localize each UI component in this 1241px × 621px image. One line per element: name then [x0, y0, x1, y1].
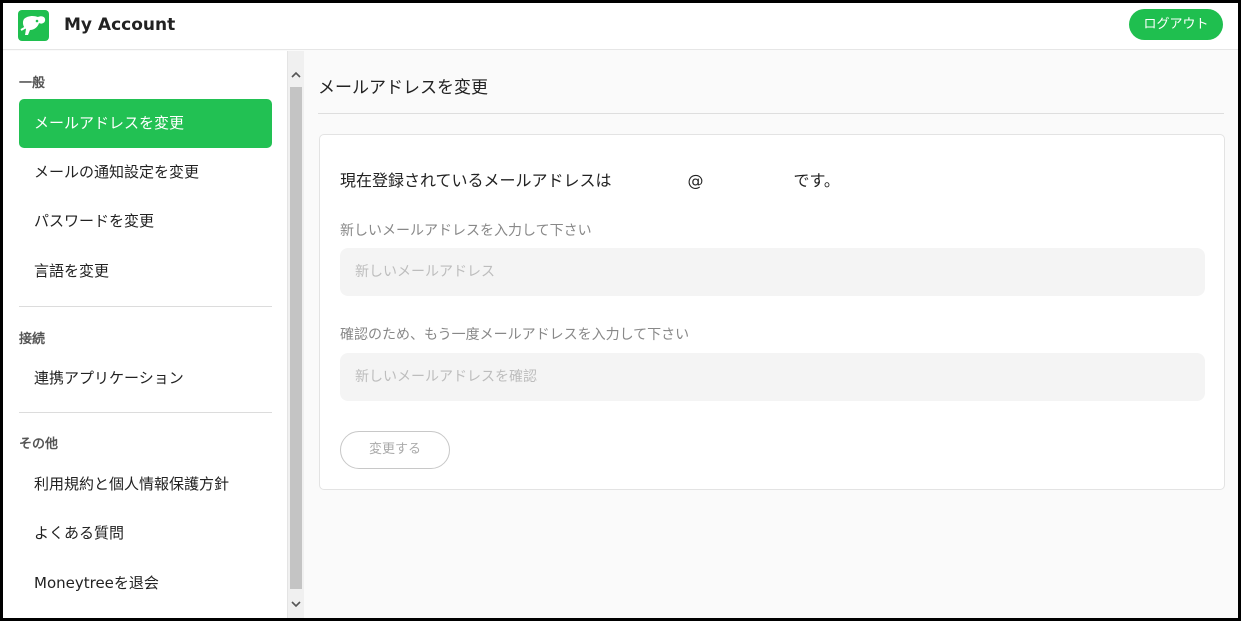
- main-content: メールアドレスを変更 現在登録されているメールアドレスは @ です。 新しいメールア…: [305, 51, 1238, 618]
- sidebar-item-email-notifications[interactable]: メールの通知設定を変更: [19, 148, 272, 197]
- title-divider: [318, 113, 1224, 114]
- moneytree-logo-icon: [18, 10, 49, 41]
- confirm-email-input[interactable]: [340, 353, 1205, 401]
- sidebar-item-terms-privacy[interactable]: 利用規約と個人情報保護方針: [19, 460, 272, 509]
- new-email-input[interactable]: [340, 248, 1205, 296]
- sidebar-section-connections: 接続: [19, 332, 46, 347]
- sidebar-divider: [19, 412, 272, 413]
- sidebar: 一般 メールアドレスを変更 メールの通知設定を変更 パスワードを変更 言語を変更…: [3, 51, 287, 618]
- sidebar-item-delete-account[interactable]: Moneytreeを退会: [19, 559, 272, 608]
- app-title: My Account: [64, 15, 176, 35]
- logout-button[interactable]: ログアウト: [1129, 9, 1223, 40]
- new-email-label: 新しいメールアドレスを入力して下さい: [340, 223, 592, 239]
- current-email-at: @: [687, 171, 704, 190]
- scroll-down-icon[interactable]: [288, 596, 304, 612]
- app-window: My Account ログアウト 一般 メールアドレスを変更 メールの通知設定を…: [0, 0, 1241, 621]
- sidebar-scrollbar[interactable]: [287, 51, 304, 618]
- sidebar-item-change-email[interactable]: メールアドレスを変更: [19, 99, 272, 148]
- page-title: メールアドレスを変更: [318, 78, 488, 98]
- scrollbar-thumb[interactable]: [290, 87, 302, 589]
- change-button[interactable]: 変更する: [340, 431, 450, 469]
- sidebar-section-general: 一般: [19, 76, 46, 91]
- scroll-up-icon[interactable]: [288, 67, 304, 83]
- confirm-email-label: 確認のため、もう一度メールアドレスを入力して下さい: [340, 327, 690, 343]
- current-email-suffix: です。: [793, 171, 840, 190]
- current-email-text: 現在登録されているメールアドレスは @ です。: [340, 167, 840, 191]
- top-header: My Account ログアウト: [3, 3, 1238, 50]
- sidebar-item-connected-apps[interactable]: 連携アプリケーション: [19, 354, 272, 403]
- sidebar-item-change-language[interactable]: 言語を変更: [19, 247, 272, 296]
- sidebar-divider: [19, 306, 272, 307]
- sidebar-item-faq[interactable]: よくある質問: [19, 509, 272, 558]
- current-email-prefix: 現在登録されているメールアドレスは: [340, 171, 612, 190]
- sidebar-item-change-password[interactable]: パスワードを変更: [19, 197, 272, 246]
- sidebar-section-other: その他: [19, 437, 59, 452]
- change-email-card: 現在登録されているメールアドレスは @ です。 新しいメールアドレスを入力して下さい…: [319, 134, 1225, 490]
